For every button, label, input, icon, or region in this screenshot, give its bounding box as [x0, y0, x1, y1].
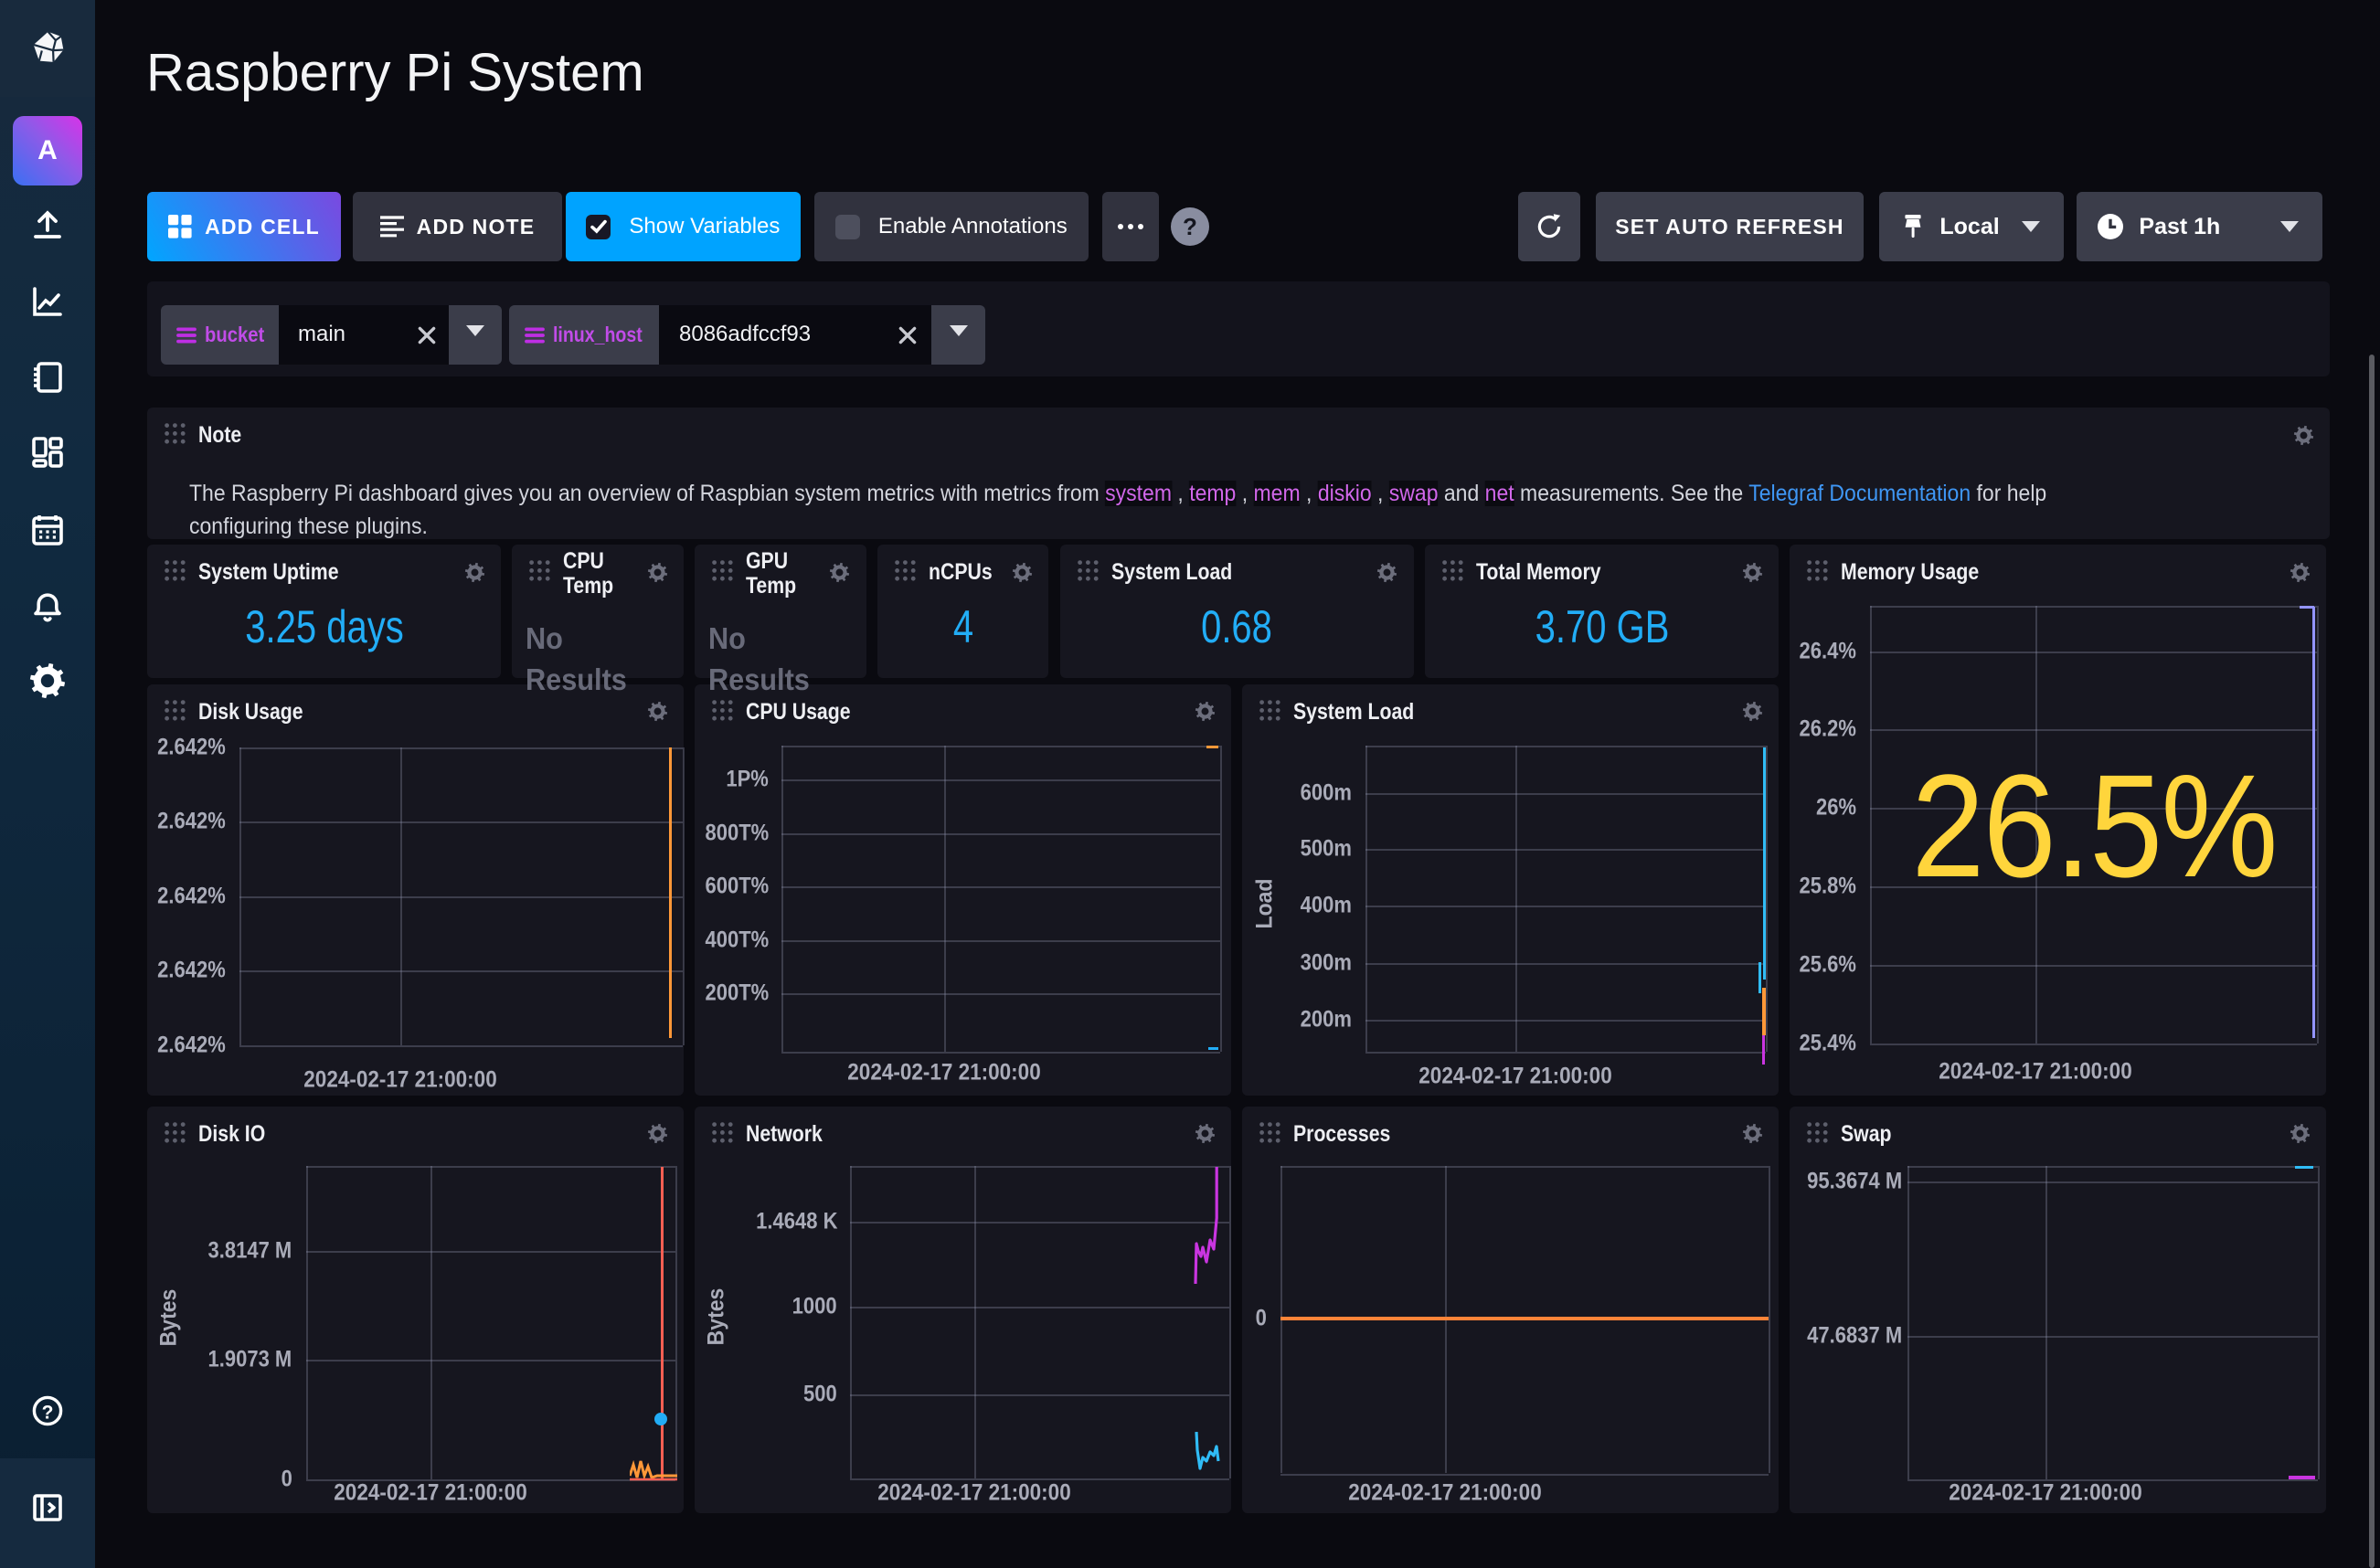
svg-text:?: ? [42, 1402, 54, 1423]
